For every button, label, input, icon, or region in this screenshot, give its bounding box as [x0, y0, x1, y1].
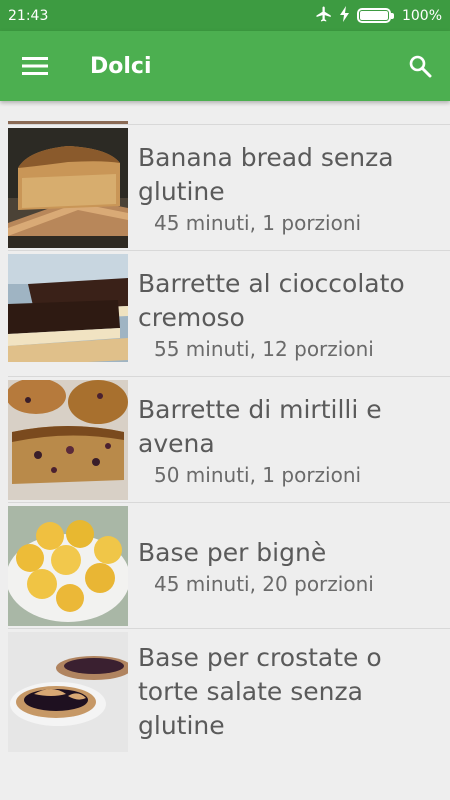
app-bar: Dolci — [0, 31, 450, 101]
menu-icon — [22, 57, 48, 75]
status-bar: 21:43 100% — [0, 0, 450, 31]
recipe-meta: 50 minuti, 1 porzioni — [154, 462, 362, 487]
page-title: Dolci — [90, 53, 152, 79]
recipe-meta: 45 minuti, 1 porzioni — [154, 210, 362, 235]
list-item[interactable]: Banana bread senza glutine 45 minuti, 1 … — [8, 125, 450, 251]
recipe-thumbnail — [8, 253, 128, 374]
recipe-title: Barrette di mirtilli e avena — [138, 394, 382, 458]
recipe-thumbnail — [8, 505, 128, 626]
search-button[interactable] — [390, 31, 450, 101]
list-item[interactable]: Base per bignè 45 minuti, 20 porzioni — [8, 503, 450, 629]
airplane-icon — [315, 5, 333, 27]
list-item-partial[interactable] — [8, 101, 450, 125]
charging-icon — [339, 5, 350, 26]
status-time: 21:43 — [8, 7, 49, 24]
search-icon — [409, 55, 432, 78]
battery-icon — [356, 8, 394, 23]
list-item[interactable]: Barrette al cioccolato cremoso 55 minuti… — [8, 251, 450, 377]
recipe-thumbnail — [8, 121, 128, 124]
recipe-title: Base per crostate o torte salate senza g… — [138, 643, 382, 740]
recipe-thumbnail — [8, 127, 128, 248]
list-item[interactable]: Base per crostate o torte salate senza g… — [8, 629, 450, 755]
recipe-title: Barrette al cioccolato cremoso — [138, 268, 405, 332]
recipe-title: Base per bignè — [138, 537, 327, 567]
recipe-meta: 45 minuti, 20 porzioni — [154, 571, 374, 596]
menu-button[interactable] — [0, 31, 70, 101]
battery-level: 100% — [401, 7, 442, 24]
recipe-thumbnail — [8, 379, 128, 500]
list-item[interactable]: Barrette di mirtilli e avena 50 minuti, … — [8, 377, 450, 503]
recipe-list: Banana bread senza glutine 45 minuti, 1 … — [0, 101, 450, 755]
recipe-title: Banana bread senza glutine — [138, 142, 394, 206]
recipe-thumbnail — [8, 632, 128, 752]
recipe-meta: 55 minuti, 12 porzioni — [154, 336, 374, 361]
